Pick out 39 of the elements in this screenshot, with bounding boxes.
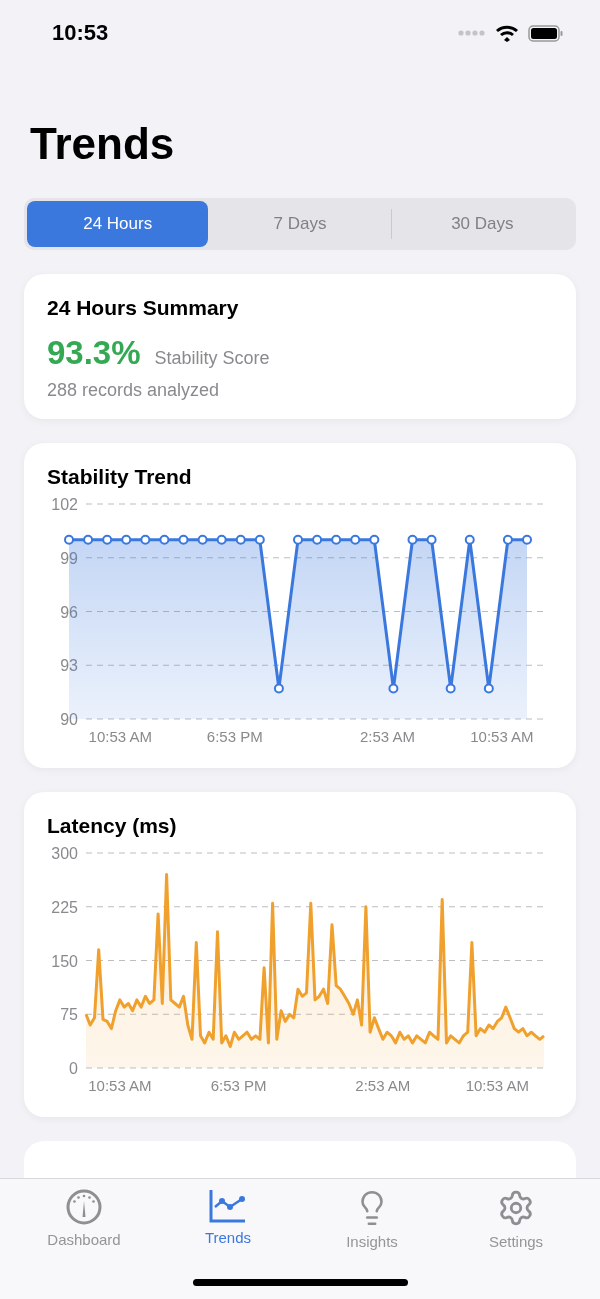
y-axis-label: 102 [51,496,78,513]
records-count: 288 records analyzed [47,380,221,401]
y-axis-label: 93 [60,657,78,675]
tab-bar-item[interactable]: Settings [444,1179,588,1257]
x-axis-label: 10:53 AM [88,728,152,745]
chart-title: Stability Trend [47,465,193,489]
settings-icon [497,1189,535,1227]
y-axis-label: 0 [69,1060,78,1077]
x-axis-label: 2:53 AM [359,728,415,745]
x-axis-label: 10:53 AM [88,1077,152,1094]
score-value: 93.3% [47,334,141,372]
page-title: Trends [30,122,176,166]
tab-bar-item[interactable]: Insights [300,1179,444,1257]
x-axis-label: 10:53 AM [470,728,534,745]
x-axis-label: 2:53 AM [355,1077,411,1094]
y-axis-label: 96 [60,603,78,621]
segment-tab[interactable]: 30 Days [391,201,573,247]
tab-bar-item[interactable]: Trends [156,1179,300,1257]
y-axis-label: 300 [51,845,78,862]
x-axis-label: 6:53 PM [210,1077,267,1094]
signal-icon [458,30,486,36]
y-axis-label: 90 [60,711,78,728]
y-axis-label: 150 [51,952,78,970]
y-axis-label: 99 [60,549,78,567]
gauge-icon [66,1189,102,1225]
chart-title: Latency (ms) [47,814,178,838]
line-chart-icon [209,1189,247,1223]
x-axis-label: 6:53 PM [206,728,263,745]
card-title: 24 Hours Summary [47,296,240,320]
tab-bar-item[interactable]: Dashboard [12,1179,156,1257]
y-axis-label: 225 [51,898,78,916]
y-axis-label: 75 [60,1006,78,1024]
x-axis-label: 10:53 AM [465,1077,530,1094]
segment-tab[interactable]: 24 Hours [27,201,209,247]
status-time: 10:53 [52,20,109,46]
battery-icon [528,24,564,42]
score-label: Stability Score [154,348,270,369]
segment-tab[interactable]: 7 Days [209,201,391,247]
wifi-icon [496,24,518,42]
